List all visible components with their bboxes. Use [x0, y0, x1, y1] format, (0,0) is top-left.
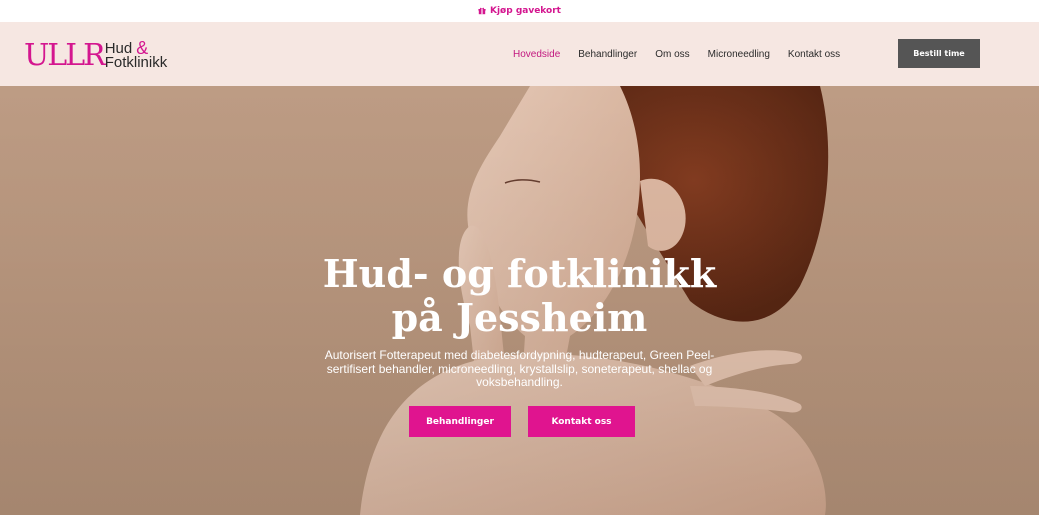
hero-section: Hud- og fotklinikk på Jessheim Autoriser…: [0, 86, 1039, 515]
book-appointment-button[interactable]: Bestill time: [898, 39, 980, 68]
logo-subtitle: Hud & Fotklinikk: [104, 39, 168, 71]
announcement-bar: Kjøp gavekort: [0, 0, 1039, 22]
nav-item-om-oss[interactable]: Om oss: [655, 49, 689, 60]
contact-button[interactable]: Kontakt oss: [528, 406, 635, 437]
site-logo[interactable]: ULLR Hud & Fotklinikk: [24, 39, 167, 71]
nav-item-microneedling[interactable]: Microneedling: [708, 49, 770, 60]
gift-icon: [478, 7, 486, 15]
nav-item-behandlinger[interactable]: Behandlinger: [578, 49, 637, 60]
logo-wordmark: ULLR: [24, 38, 106, 73]
nav-item-hovedside[interactable]: Hovedside: [513, 49, 560, 60]
main-nav: Hovedside Behandlinger Om oss Microneedl…: [513, 22, 840, 86]
hero-title: Hud- og fotklinikk på Jessheim: [322, 251, 717, 340]
hero-subtitle: Autorisert Fotterapeut med diabetesfordy…: [324, 348, 715, 389]
nav-item-kontakt-oss[interactable]: Kontakt oss: [788, 49, 840, 60]
gift-card-label: Kjøp gavekort: [490, 6, 561, 16]
gift-card-link[interactable]: Kjøp gavekort: [478, 6, 561, 16]
treatments-button[interactable]: Behandlinger: [409, 406, 511, 437]
logo-fotklinikk: Fotklinikk: [104, 54, 168, 71]
site-header: ULLR Hud & Fotklinikk Hovedside Behandli…: [0, 22, 1039, 86]
